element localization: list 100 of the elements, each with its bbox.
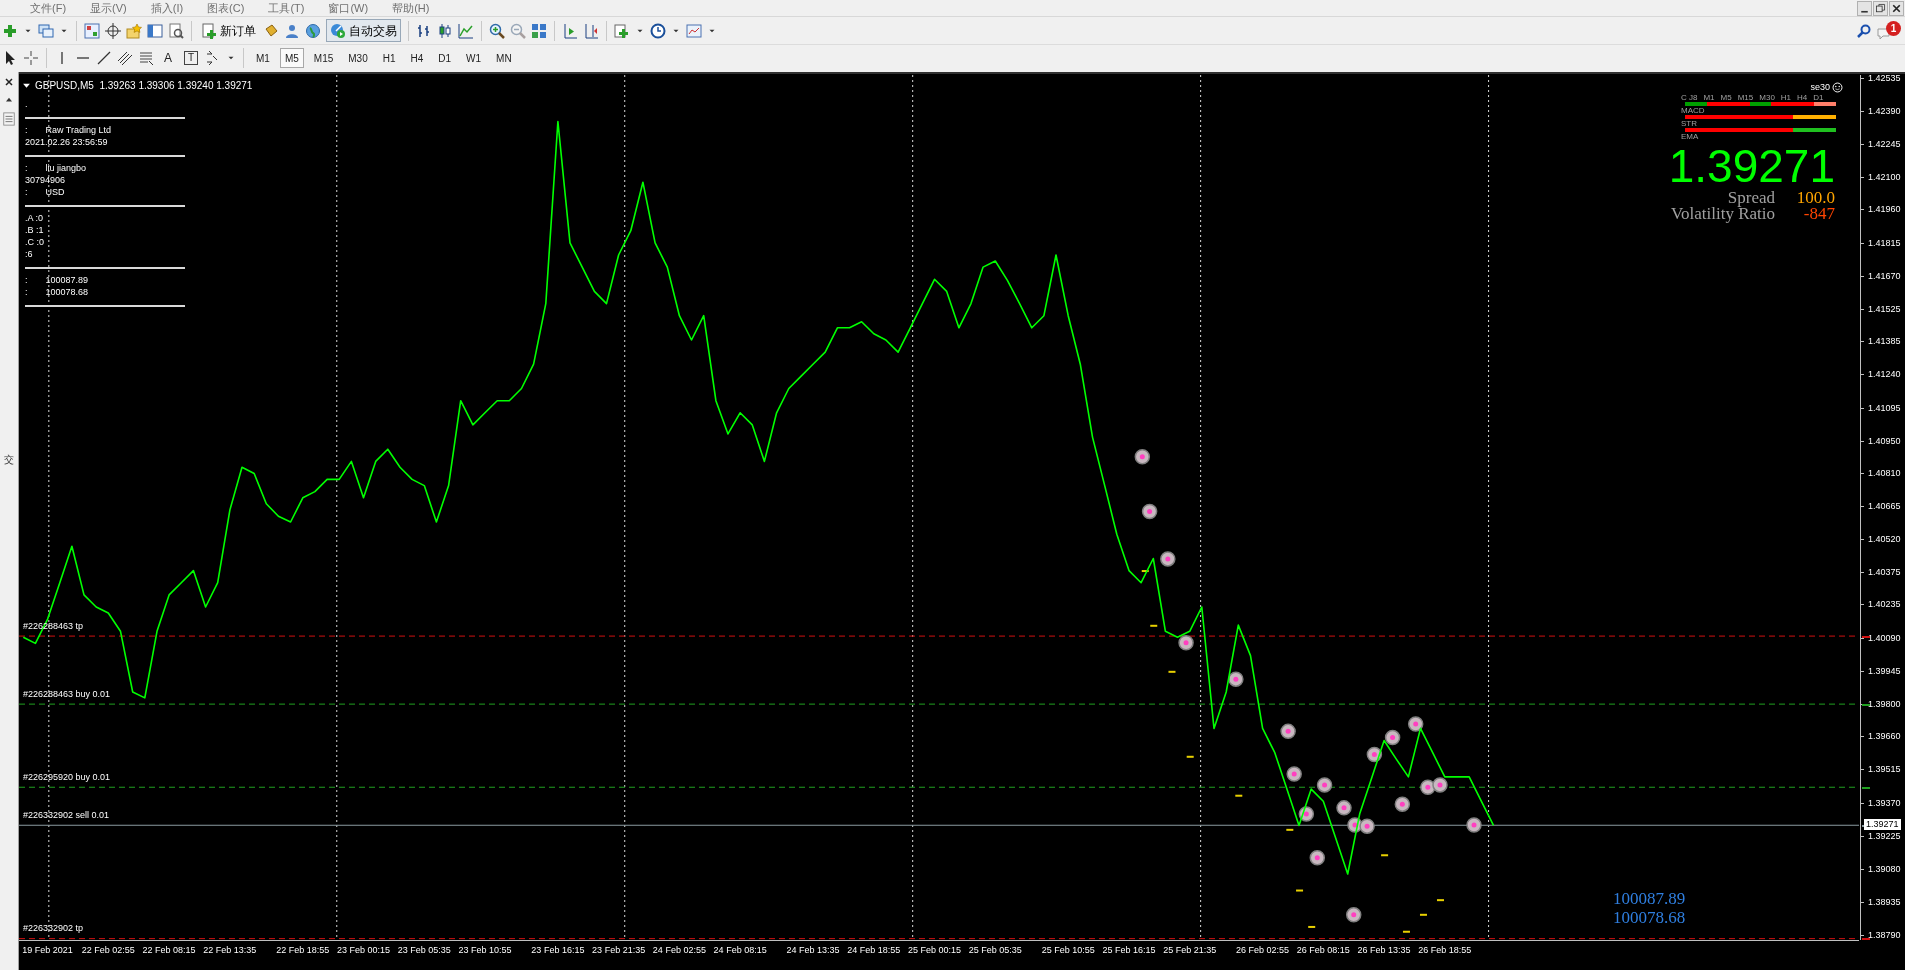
line-chart-icon[interactable] [458,22,474,39]
globe-icon[interactable] [305,22,321,39]
trend-line-icon[interactable] [96,50,112,66]
search-icon[interactable] [1856,22,1872,39]
minimize-icon[interactable] [1857,0,1872,16]
order-label: #226288463 buy 0.01 [23,689,111,700]
plus-icon[interactable] [2,22,18,39]
signal-label: MACD [1681,106,1706,115]
current-price-tag: 1.39271 [1864,819,1901,831]
trade-marker [1407,716,1424,732]
time-label: 25 Feb 16:15 [1102,945,1156,955]
level-dash [1150,624,1158,627]
balance-text: 100087.89 [1613,889,1686,908]
price-label: 1.39660 [1868,731,1901,742]
price-label: 1.41960 [1868,204,1901,215]
auto-trading-button[interactable]: 自动交易 [326,19,401,42]
balance-text: 100078.68 [1613,908,1686,927]
panel-icon[interactable] [2,112,16,126]
order-line[interactable] [19,824,1859,826]
timeframe-button[interactable]: H1 [377,48,401,68]
price-label: 1.40665 [1868,501,1901,511]
bar-chart-icon[interactable] [416,22,432,39]
time-label: 24 Feb 02:55 [652,945,706,955]
signal-label: EMA [1681,132,1700,141]
chart-shift-icon[interactable] [583,22,599,39]
person-icon[interactable] [284,22,300,39]
panel-icon[interactable] [147,22,163,39]
time-label: 24 Feb 08:15 [713,945,767,955]
signal-timeframe: H1 [1780,93,1792,102]
close-icon[interactable] [3,76,15,88]
timeframe-button[interactable]: H4 [405,48,429,68]
trade-marker [1160,551,1176,567]
timeframe-button[interactable]: W1 [461,48,487,68]
menu-item[interactable]: 文件(F) [30,0,67,17]
trade-marker [1280,723,1296,740]
collapse-icon[interactable] [22,81,31,90]
side-tab[interactable]: 交 [4,452,14,467]
trade-marker [1134,449,1151,465]
restore-icon[interactable] [1873,0,1888,16]
info-text: USD [45,186,65,200]
clock-icon[interactable] [650,22,666,39]
timeframe-button[interactable]: M15 [308,48,339,68]
grid-icon[interactable] [84,22,100,39]
level-dash [1296,889,1304,892]
timeframe-button[interactable]: M30 [343,48,373,68]
trade-marker [1309,850,1326,866]
time-label: 22 Feb 18:55 [276,945,330,955]
price-label: 1.42245 [1868,139,1901,150]
chart-title: GBPUSD,M5 1.39263 1.39306 1.39240 1.39271 [35,79,253,93]
crosshair-icon[interactable] [105,22,121,39]
price-label: 1.39370 [1868,797,1901,808]
menu-item[interactable]: 工具(T) [268,0,305,17]
price-label: 1.41815 [1868,237,1901,248]
windows-icon[interactable] [38,22,54,39]
channel-icon[interactable] [117,50,133,66]
big-price: 1.39271 [1668,145,1835,187]
price-label: 1.41095 [1868,402,1901,413]
order-level-mark [1862,704,1870,707]
info-text: .B :1 [25,224,44,238]
time-label: 25 Feb 05:35 [968,945,1022,955]
level-dash [1186,755,1194,758]
star-folder-icon[interactable] [126,22,142,39]
tile-windows-icon[interactable] [531,22,547,39]
timeframe-button[interactable]: MN [491,48,517,68]
time-label: 23 Feb 00:15 [337,945,390,955]
info-text: 100078.68 [45,286,89,300]
price-label: 1.41385 [1868,336,1901,347]
new-order-button[interactable]: 新订单 [199,19,258,42]
trade-marker [1432,777,1448,793]
indicator-icon[interactable] [614,22,630,39]
text-tool[interactable]: A [159,49,177,67]
level-dash [1235,794,1243,797]
menu-item[interactable]: 窗口(W) [328,0,369,17]
time-label: 26 Feb 18:55 [1418,945,1472,955]
info-text: : [25,286,28,300]
magnifier-icon[interactable] [168,22,184,39]
close-icon[interactable] [1889,0,1904,16]
menu-item[interactable]: 图表(C) [207,0,245,17]
notification-button[interactable]: 1 [1877,20,1901,41]
candlestick-icon[interactable] [437,22,453,39]
trade-marker [1466,817,1482,833]
label-tool[interactable]: T [184,51,198,65]
template-icon[interactable] [686,22,702,39]
zoom-in-icon[interactable] [489,22,505,39]
order-label: #226332902 tp [23,923,84,933]
timeframe-button[interactable]: D1 [433,48,457,68]
order-level-mark [1862,787,1870,790]
info-text: : [25,124,28,138]
timeframe-button[interactable]: M1 [251,48,275,68]
trade-marker [1316,777,1333,793]
timeframe-button[interactable]: M5 [279,48,304,68]
auto-scroll-icon[interactable] [562,22,578,39]
trade-marker [1345,907,1362,923]
trade-marker [1394,796,1411,812]
level-dash [1381,854,1389,857]
menu-item[interactable]: 插入(I) [150,0,184,17]
volatility-value: -847 [1802,205,1835,222]
menu-item[interactable]: 帮助(H) [392,0,430,17]
menu-item[interactable]: 显示(V) [90,0,127,17]
level-dash [1402,930,1410,933]
